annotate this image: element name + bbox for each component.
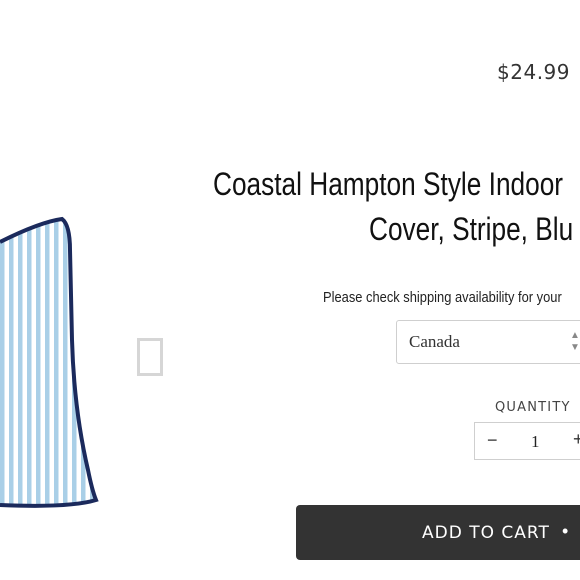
country-select[interactable]: Canada ▲ ▼ (396, 320, 580, 364)
quantity-increase-button[interactable]: + (573, 429, 580, 450)
select-arrows-icon: ▲ ▼ (570, 330, 580, 353)
add-to-cart-button[interactable]: ADD TO CART • (296, 505, 580, 560)
quantity-decrease-button[interactable]: − (487, 430, 498, 451)
quantity-label: QUANTITY (495, 400, 571, 415)
quantity-stepper[interactable]: − 1 + (474, 422, 580, 460)
product-title-line-1: Coastal Hampton Style Indoor (213, 166, 564, 202)
product-title-line-2: Cover, Stripe, Blu (369, 211, 574, 247)
product-price: $24.99 (497, 60, 570, 84)
product-image (0, 216, 99, 508)
add-to-cart-label: ADD TO CART (422, 523, 550, 543)
thumbnail-image[interactable] (137, 338, 163, 376)
country-select-value: Canada (409, 332, 460, 351)
shipping-availability-text: Please check shipping availability for y… (323, 289, 562, 306)
add-to-cart-separator: • (562, 521, 569, 541)
quantity-input[interactable]: 1 (531, 432, 540, 452)
